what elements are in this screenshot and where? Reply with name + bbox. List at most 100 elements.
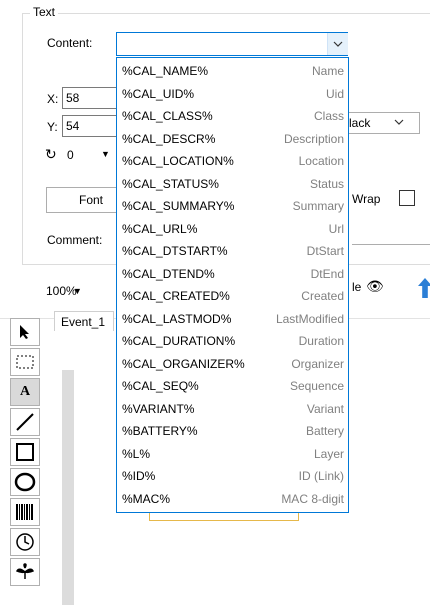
chevron-down-icon [333, 41, 343, 47]
dropdown-item[interactable]: %CAL_SEQ% Sequence [117, 376, 348, 398]
arrow-pointer-icon [20, 325, 29, 339]
dropdown-item-key: %CAL_CREATED% [122, 289, 230, 303]
dropdown-item-key: %ID% [122, 469, 156, 483]
dotted-rectangle-icon [16, 355, 34, 369]
dropdown-item[interactable]: %CAL_NAME% Name [117, 61, 348, 83]
dropdown-item[interactable]: %CAL_CREATED% Created [117, 286, 348, 308]
dropdown-item-description: Layer [313, 446, 344, 461]
dropdown-item[interactable]: %VARIANT% Variant [117, 399, 348, 421]
canvas-ruler [62, 370, 74, 605]
rectangle-tool[interactable] [10, 438, 40, 466]
symbol-tool[interactable] [10, 558, 40, 586]
dropdown-item-description: Battery [305, 424, 344, 438]
dropdown-item-description: Summary [292, 199, 344, 213]
dropdown-item-key: %VARIANT% [122, 401, 195, 416]
dropdown-item-description: Sequence [289, 379, 344, 393]
content-dropdown-button[interactable] [327, 33, 348, 55]
clock-tool[interactable] [10, 528, 40, 556]
dropdown-item-key: %CAL_UID% [122, 86, 195, 101]
text-tool[interactable]: A [10, 378, 40, 406]
dropdown-item-key: %L% [122, 446, 151, 461]
dropdown-item-key: %CAL_CLASS% [122, 109, 213, 123]
dropdown-item[interactable]: %CAL_LASTMOD% LastModified [117, 309, 348, 331]
x-field[interactable]: 58 [62, 87, 118, 109]
dropdown-item-key: %CAL_DESCR% [122, 131, 216, 146]
dropdown-item[interactable]: %CAL_DESCR% Description [117, 129, 348, 151]
line-tool[interactable] [10, 408, 40, 436]
y-label: Y: [47, 120, 58, 134]
dropdown-item[interactable]: %CAL_URL% Url [117, 219, 348, 241]
dropdown-item-key: %CAL_LASTMOD% [122, 311, 232, 326]
dropdown-item-key: %CAL_DURATION% [122, 334, 236, 348]
dropdown-item-description: LastModified [275, 311, 344, 326]
comment-field[interactable] [352, 244, 430, 245]
dropdown-item-description: DtEnd [310, 266, 344, 281]
dropdown-item-description: Name [311, 64, 344, 78]
dropdown-item-key: %BATTERY% [122, 424, 198, 438]
dropdown-item-description: DtStart [306, 244, 344, 258]
wrap-checkbox[interactable] [399, 190, 415, 206]
comment-label: Comment: [47, 233, 103, 247]
upload-icon[interactable] [418, 278, 430, 298]
dropdown-item-description: Duration [298, 334, 344, 348]
marquee-tool[interactable] [10, 348, 40, 376]
dropdown-item-description: Organizer [291, 356, 344, 371]
dropdown-item[interactable]: %CAL_UID% Uid [117, 84, 348, 106]
dropdown-item[interactable]: %CAL_CLASS% Class [117, 106, 348, 128]
visibility-label: le [352, 280, 362, 294]
dropdown-item-key: %CAL_STATUS% [122, 176, 219, 191]
dropdown-item-description: Location [298, 154, 344, 168]
x-label: X: [47, 92, 59, 106]
content-dropdown-list: %CAL_NAME% Name %CAL_UID% Uid %CAL_CLASS% Cla… [116, 57, 349, 513]
dropdown-item-key: %CAL_SEQ% [122, 379, 199, 393]
dropdown-item-description: Uid [325, 86, 344, 101]
barcode-tool[interactable] [10, 498, 40, 526]
dropdown-item[interactable]: %ID% ID (Link) [117, 466, 348, 488]
group-title: Text [30, 5, 59, 19]
dropdown-item[interactable]: %MAC% MAC 8-digit [117, 489, 348, 511]
dropdown-item[interactable]: %L% Layer [117, 444, 348, 466]
dropdown-item[interactable]: %CAL_DTSTART% DtStart [117, 241, 348, 263]
dropdown-item-key: %MAC% [122, 491, 171, 506]
dropdown-item[interactable]: %BATTERY% Battery [117, 421, 348, 443]
dropdown-item-description: Description [283, 131, 344, 146]
letter-a-icon: A [19, 384, 31, 399]
content-combobox[interactable] [116, 32, 348, 56]
chevron-down-icon [394, 114, 404, 128]
leaf-icon [15, 563, 35, 579]
dropdown-item[interactable]: %CAL_SUMMARY% Summary [117, 196, 348, 218]
dropdown-item-description: MAC 8-digit [281, 491, 344, 506]
dropdown-item[interactable]: %CAL_DURATION% Duration [117, 331, 348, 353]
dropdown-item-description: Status [309, 176, 344, 191]
wrap-label: Wrap [352, 192, 381, 206]
toolbox: A [10, 318, 42, 605]
dropdown-item-description: Url [328, 221, 344, 236]
content-label: Content: [47, 36, 93, 50]
clock-icon [16, 533, 34, 551]
dropdown-item[interactable]: %CAL_ORGANIZER% Organizer [117, 354, 348, 376]
dropdown-item-key: %CAL_SUMMARY% [122, 199, 235, 213]
square-icon [16, 443, 34, 461]
rotation-value[interactable]: 0 [67, 148, 74, 162]
dropdown-item-key: %CAL_ORGANIZER% [122, 356, 245, 371]
dropdown-item-key: %CAL_DTSTART% [122, 244, 228, 258]
diagonal-line-icon [16, 413, 34, 431]
dropdown-item-key: %CAL_DTEND% [122, 266, 215, 281]
rotation-dropdown-arrow[interactable]: ▼ [101, 149, 110, 159]
barcode-icon [16, 504, 33, 520]
dropdown-item-description: ID (Link) [298, 469, 344, 483]
dropdown-item[interactable]: %CAL_STATUS% Status [117, 174, 348, 196]
circle-icon [14, 472, 36, 492]
ellipse-tool[interactable] [10, 468, 40, 496]
eye-icon[interactable]: 👁 [366, 278, 384, 295]
dropdown-item-key: %CAL_NAME% [122, 64, 209, 78]
zoom-dropdown-arrow[interactable]: ▼ [73, 286, 82, 296]
dropdown-item[interactable]: %CAL_DTEND% DtEnd [117, 264, 348, 286]
select-tool[interactable] [10, 318, 40, 346]
y-field[interactable]: 54 [62, 115, 118, 137]
dropdown-item[interactable]: %CAL_LOCATION% Location [117, 151, 348, 173]
dropdown-item-description: Variant [306, 401, 344, 416]
dropdown-item-description: Class [313, 109, 344, 123]
tab-event-1[interactable]: Event_1 [54, 311, 114, 331]
dropdown-item-description: Created [301, 289, 344, 303]
